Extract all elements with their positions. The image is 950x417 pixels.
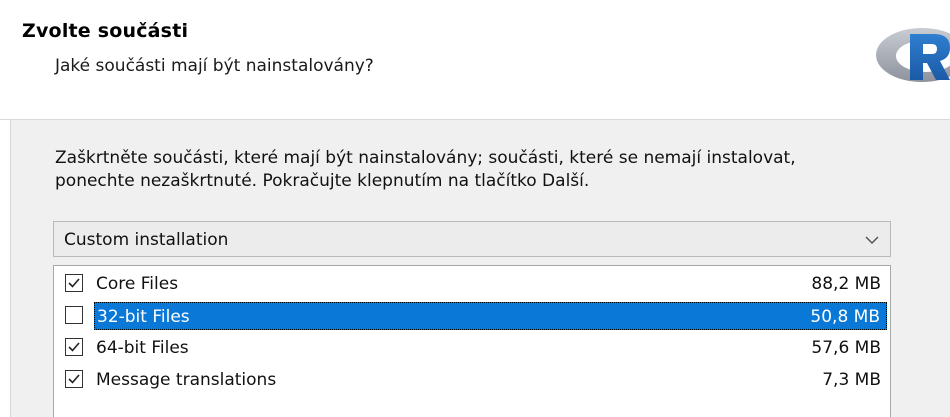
wizard-header: Zvolte součásti Jaké součásti mají být n… bbox=[0, 0, 950, 120]
instructions-text: Zaškrtněte součásti, které mají být nain… bbox=[55, 147, 915, 193]
instructions-line-1: Zaškrtněte součásti, které mají být nain… bbox=[55, 148, 796, 168]
component-row-64-bit-files[interactable]: 64-bit Files 57,6 MB bbox=[57, 333, 887, 363]
component-label-box-selected[interactable]: 32-bit Files 50,8 MB bbox=[94, 302, 887, 330]
component-name: 32-bit Files bbox=[97, 307, 190, 327]
checkmark-icon bbox=[68, 374, 80, 384]
components-list[interactable]: Core Files 88,2 MB 32-bit Files 50,8 MB … bbox=[53, 265, 891, 417]
component-label-box[interactable]: Message translations 7,3 MB bbox=[94, 366, 887, 394]
window-edge bbox=[0, 120, 11, 417]
32-bit-files-checkbox[interactable] bbox=[65, 306, 83, 324]
page-subtitle: Jaké součásti mají být nainstalovány? bbox=[55, 56, 374, 76]
checkmark-icon bbox=[68, 342, 80, 352]
component-name: Message translations bbox=[96, 370, 277, 390]
component-row-core-files[interactable]: Core Files 88,2 MB bbox=[57, 269, 887, 299]
component-size: 50,8 MB bbox=[810, 307, 880, 327]
installation-type-dropdown[interactable]: Custom installation bbox=[53, 221, 891, 257]
component-label-box[interactable]: Core Files 88,2 MB bbox=[94, 270, 887, 298]
instructions-line-2: ponechte nezaškrtnuté. Pokračujte klepnu… bbox=[55, 171, 590, 191]
installation-type-value: Custom installation bbox=[64, 230, 229, 250]
setup-wizard-window: Zvolte součásti Jaké součásti mají být n… bbox=[0, 0, 950, 417]
64-bit-files-checkbox[interactable] bbox=[65, 338, 83, 356]
chevron-down-icon bbox=[864, 232, 880, 246]
component-row-message-translations[interactable]: Message translations 7,3 MB bbox=[57, 365, 887, 395]
component-size: 88,2 MB bbox=[811, 274, 881, 294]
core-files-checkbox[interactable] bbox=[65, 274, 83, 292]
component-label-box[interactable]: 64-bit Files 57,6 MB bbox=[94, 334, 887, 362]
checkmark-icon bbox=[68, 278, 80, 288]
r-logo-icon bbox=[870, 22, 950, 92]
component-size: 57,6 MB bbox=[811, 338, 881, 358]
component-size: 7,3 MB bbox=[822, 370, 881, 390]
component-name: Core Files bbox=[96, 274, 179, 294]
component-row-32-bit-files[interactable]: 32-bit Files 50,8 MB bbox=[57, 301, 887, 331]
message-translations-checkbox[interactable] bbox=[65, 370, 83, 388]
page-title: Zvolte součásti bbox=[22, 20, 189, 42]
component-name: 64-bit Files bbox=[96, 338, 189, 358]
